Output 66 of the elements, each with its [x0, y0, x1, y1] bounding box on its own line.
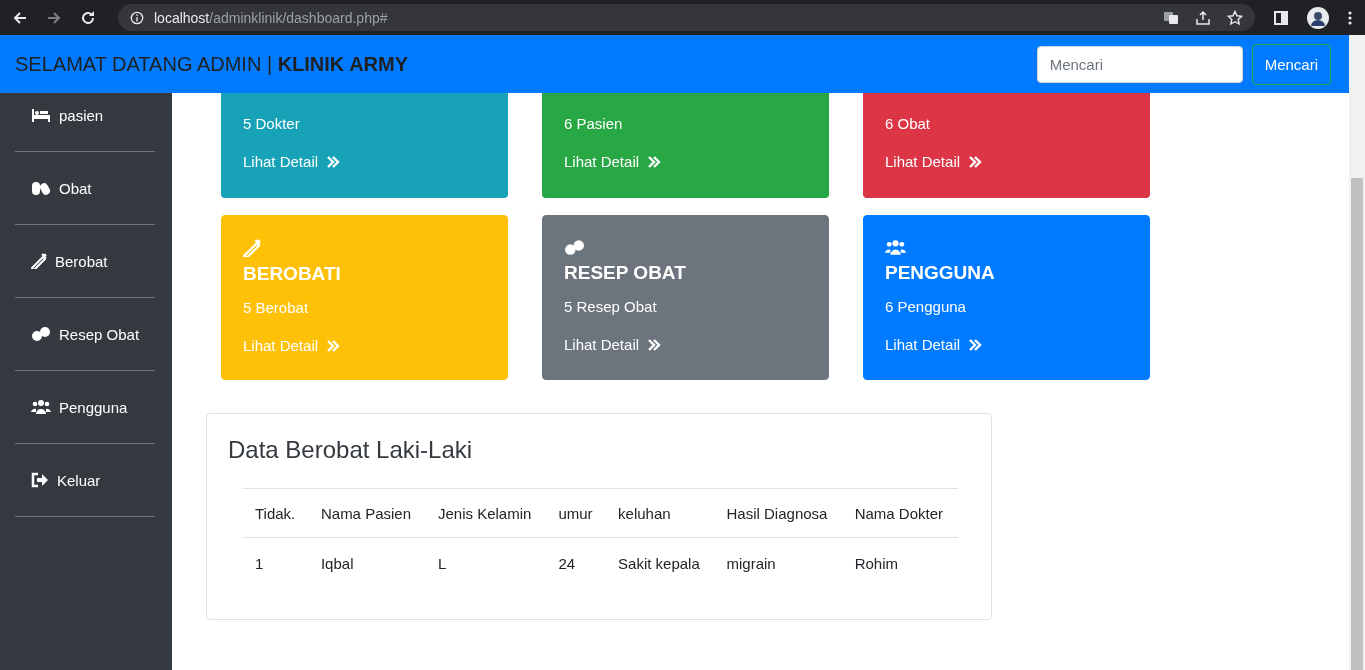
forward-icon[interactable] — [46, 9, 62, 26]
column-header: keluhan — [606, 488, 715, 538]
column-header: Hasil Diagnosa — [714, 488, 843, 538]
pills-icon — [31, 326, 51, 342]
table-cell: L — [425, 537, 547, 588]
card-title: PENGGUNA — [885, 262, 995, 284]
card-count: 6 Obat — [885, 115, 931, 132]
translate-icon[interactable] — [1163, 9, 1179, 26]
table-cell: Iqbal — [308, 537, 426, 588]
sidebar-icon[interactable] — [1273, 9, 1289, 26]
address-bar[interactable]: localhost/adminklinik/dashboard.php# — [118, 4, 1255, 31]
menu-icon[interactable] — [1347, 9, 1353, 26]
double-chevron-icon — [968, 155, 983, 168]
table-title: Data Berobat Laki-Laki — [228, 436, 474, 464]
column-header: Nama Dokter — [842, 488, 958, 538]
search-field[interactable]: Mencari — [1036, 45, 1243, 83]
back-icon[interactable] — [12, 9, 28, 26]
double-chevron-icon — [326, 155, 341, 168]
column-header: Jenis Kelamin — [425, 488, 547, 538]
scroll-thumb[interactable] — [1351, 178, 1363, 670]
sidebar-item[interactable]: Berobat — [15, 225, 155, 298]
users-icon — [31, 399, 51, 415]
sidebar-item[interactable]: Resep Obat — [15, 298, 155, 371]
sidebar-item[interactable]: Obat — [15, 152, 155, 225]
syringe-icon — [243, 239, 261, 257]
card-count: 6 Pengguna — [885, 298, 966, 315]
users-icon — [885, 239, 906, 256]
detail-link[interactable]: Lihat Detail — [885, 153, 983, 170]
card-count: 5 Berobat — [243, 299, 309, 316]
sidebar-item[interactable]: pasien — [15, 93, 155, 152]
info-icon[interactable] — [130, 10, 144, 25]
url-path: /adminklinik/dashboard.php# — [209, 9, 388, 26]
detail-link[interactable]: Lihat Detail — [885, 336, 983, 353]
double-chevron-icon — [326, 339, 341, 352]
avatar-icon[interactable] — [1307, 6, 1329, 29]
double-chevron-icon — [647, 155, 662, 168]
card-count: 5 Dokter — [243, 115, 300, 132]
card-count: 5 Resep Obat — [564, 298, 657, 315]
column-header: umur — [546, 488, 607, 538]
card-count: 6 Pasien — [564, 115, 623, 132]
table-cell: 1 — [243, 537, 309, 588]
detail-link[interactable]: Lihat Detail — [564, 336, 662, 353]
double-chevron-icon — [968, 338, 983, 351]
url-host: localhost — [154, 9, 210, 26]
search-button[interactable]: Mencari — [1251, 43, 1331, 85]
scrollbar[interactable] — [1349, 35, 1365, 670]
share-icon[interactable] — [1195, 9, 1211, 26]
table-cell: Rohim — [842, 537, 958, 588]
sidebar-item[interactable]: Pengguna — [15, 371, 155, 444]
column-header: Tidak. — [243, 488, 309, 538]
reload-icon[interactable] — [80, 9, 96, 26]
card-title: BEROBATI — [243, 263, 341, 285]
capsules-icon — [31, 180, 51, 196]
logout-icon — [31, 472, 49, 488]
sidebar-item[interactable]: Keluar — [15, 444, 155, 517]
brand-title: SELAMAT DATANG ADMIN | KLINIK ARMY — [15, 52, 409, 76]
table-cell: migrain — [714, 537, 843, 588]
table-cell: Sakit kepala — [606, 537, 715, 588]
star-icon[interactable] — [1227, 9, 1243, 26]
column-header: Nama Pasien — [308, 488, 426, 538]
bed-icon — [31, 107, 51, 123]
syringe-icon — [31, 253, 47, 269]
table-cell: 24 — [546, 537, 607, 588]
card-title: RESEP OBAT — [564, 262, 686, 284]
double-chevron-icon — [647, 338, 662, 351]
pills-icon — [564, 239, 585, 256]
